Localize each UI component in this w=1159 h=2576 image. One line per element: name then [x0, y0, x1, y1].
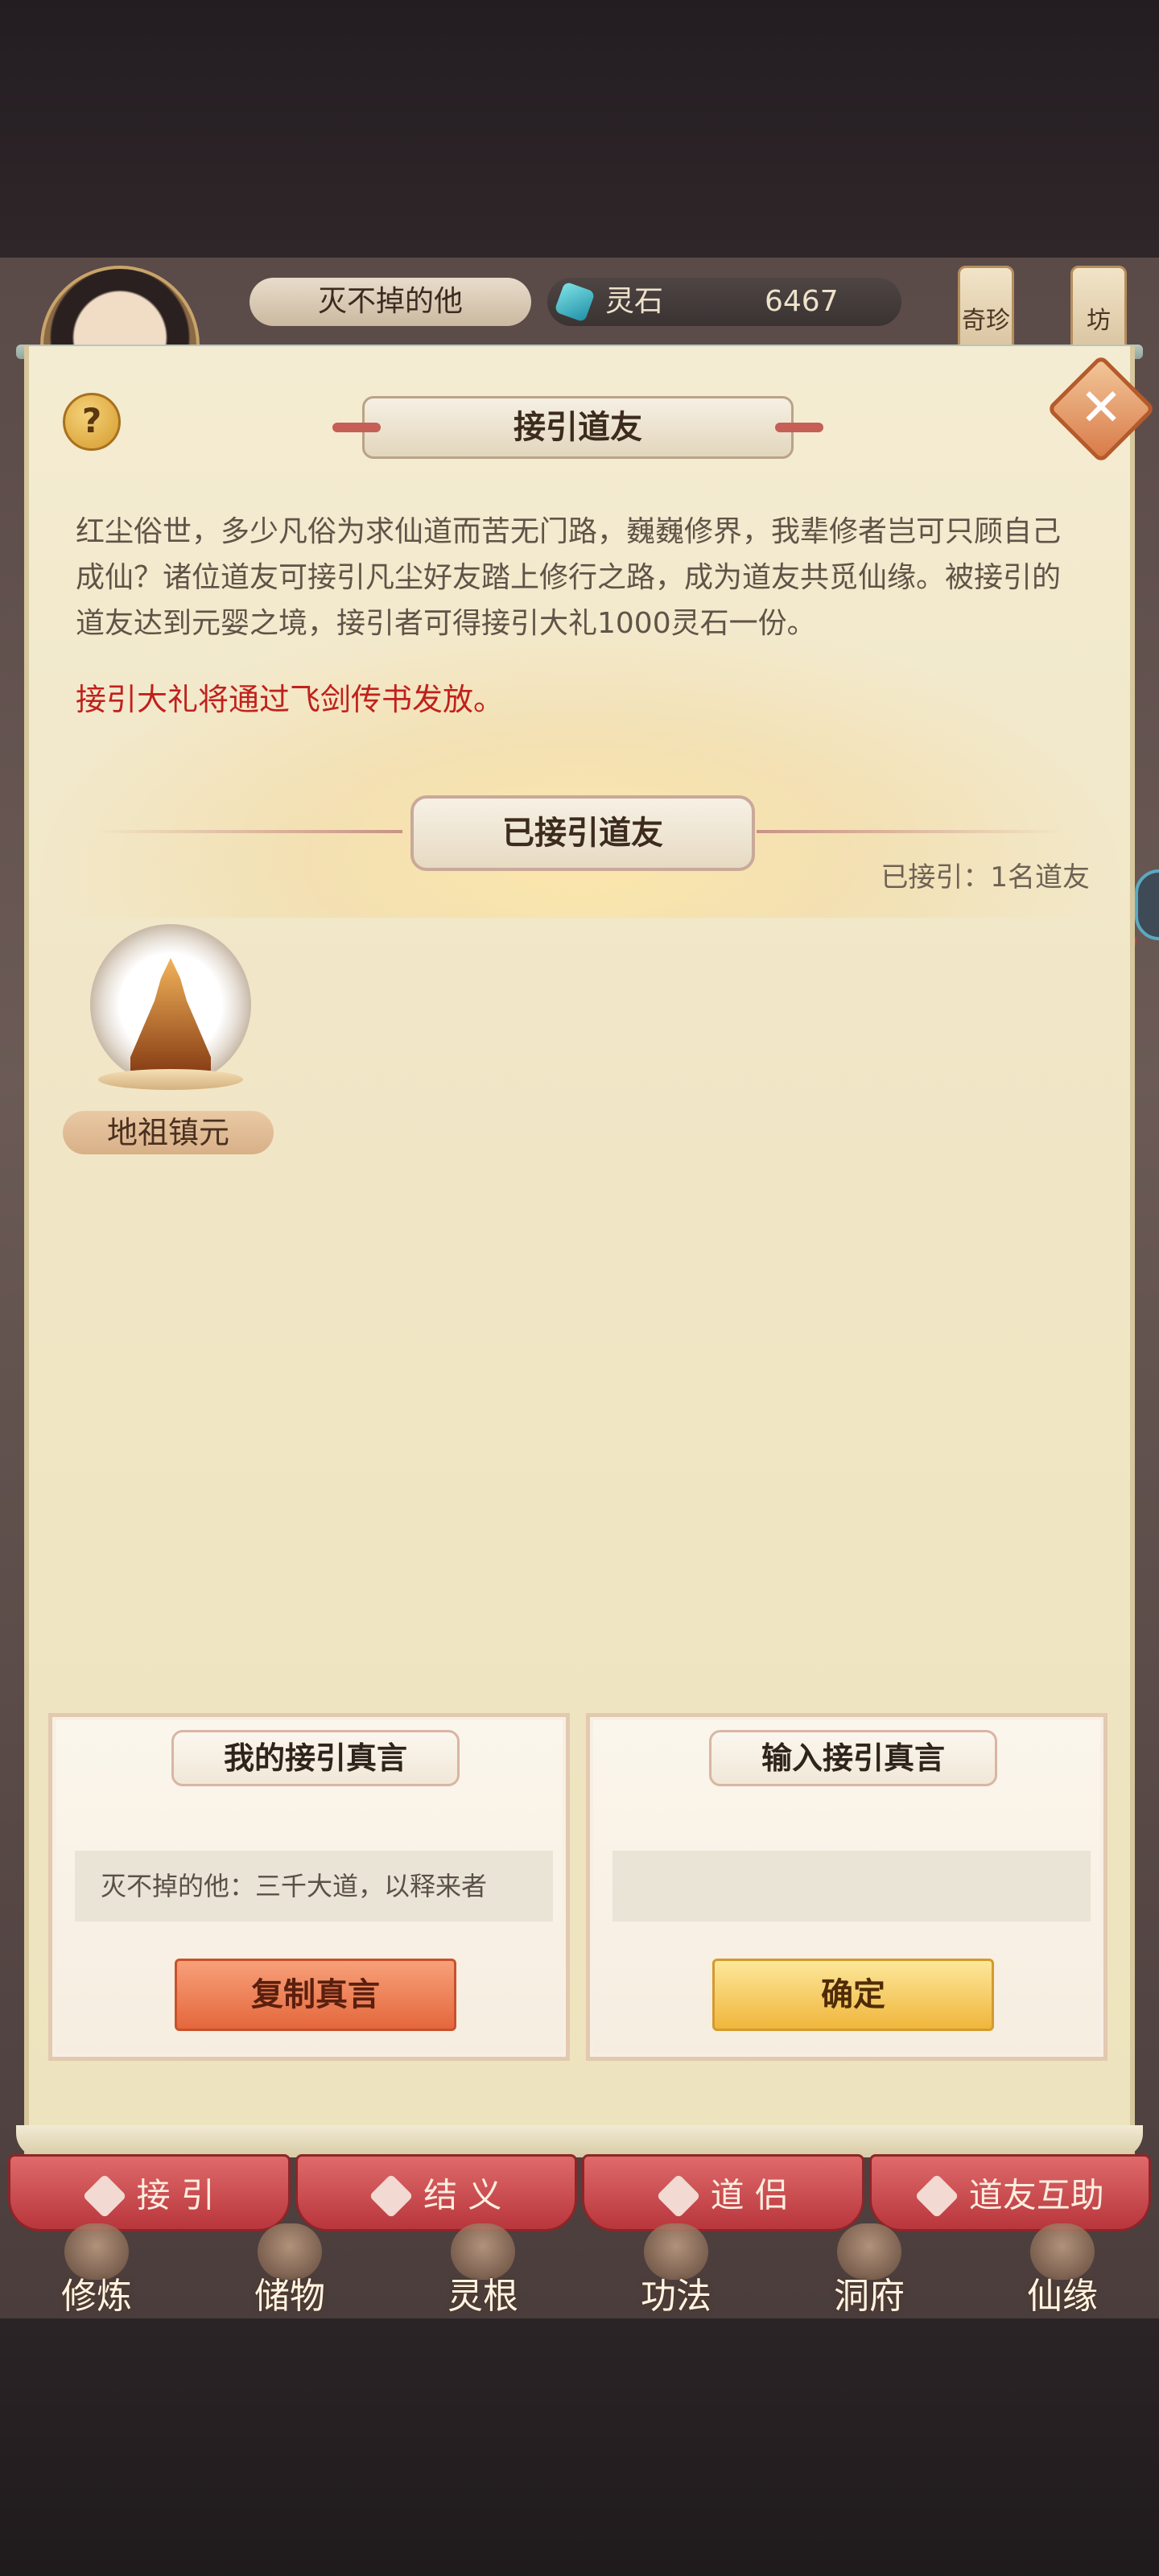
currency-label: 灵石 [605, 285, 664, 318]
tab-sworn-brothers[interactable]: 结 义 [295, 2154, 577, 2231]
menu-techniques[interactable]: 功法 [596, 2223, 757, 2320]
friend-name: 地祖镇元 [63, 1111, 274, 1154]
top-dark-bar [0, 0, 1159, 258]
my-code-text: 灭不掉的他：三千大道，以释来者 [75, 1851, 553, 1922]
player-name: 灭不掉的他 [250, 278, 531, 326]
menu-spirit-root[interactable]: 灵根 [402, 2223, 563, 2320]
spirit-stone-icon [554, 281, 596, 323]
tab-invite[interactable]: 接 引 [8, 2154, 291, 2231]
handshake-icon [369, 2173, 414, 2219]
menu-cultivate[interactable]: 修炼 [16, 2223, 177, 2320]
description-text: 红尘俗世，多少凡俗为求仙道而苦无门路，巍巍修界，我辈修者岂可只顾自己成仙？诸位道… [76, 515, 1062, 640]
confirm-button[interactable]: 确定 [712, 1959, 994, 2031]
currency-value: 6467 [765, 285, 839, 318]
tab-companion[interactable]: 道 侣 [582, 2154, 864, 2231]
copy-code-button[interactable]: 复制真言 [175, 1959, 456, 2031]
help-button[interactable]: ? [63, 393, 121, 451]
main-menu-bar: 修炼 储物 灵根 功法 洞府 仙缘 [0, 2223, 1159, 2320]
invited-friends-heading: 已接引道友 [410, 795, 755, 871]
lotus-base [98, 1069, 243, 1090]
section-divider-right [757, 830, 1062, 833]
currency-display: 灵石 6467 [547, 278, 901, 326]
modal-title: 接引道友 [332, 396, 823, 459]
scroll-bottom-rod [16, 2125, 1143, 2157]
side-panel-handle[interactable] [1135, 869, 1159, 940]
bottom-dark-bar [0, 2318, 1159, 2576]
close-icon: ✕ [1079, 378, 1123, 438]
tab-mutual-help[interactable]: 道友互助 [868, 2154, 1151, 2231]
friend-card[interactable]: 地祖镇元 [63, 924, 274, 1158]
menu-cave[interactable]: 洞府 [789, 2223, 950, 2320]
menu-fate[interactable]: 仙缘 [982, 2223, 1143, 2320]
code-input[interactable] [612, 1851, 1091, 1922]
section-divider-left [97, 830, 402, 833]
footprint-icon [655, 2173, 701, 2219]
modal-tab-bar: 接 引 结 义 道 侣 道友互助 [8, 2154, 1151, 2231]
notice-text: 接引大礼将通过飞剑传书发放。 [76, 682, 505, 717]
my-code-card: 我的接引真言 灭不掉的他：三千大道，以释来者 复制真言 [48, 1713, 570, 2061]
my-code-title: 我的接引真言 [171, 1730, 460, 1786]
input-code-card: 输入接引真言 确定 [586, 1713, 1107, 2061]
gift-icon [914, 2173, 959, 2219]
invited-count: 已接引：1名道友 [881, 861, 1090, 894]
input-code-title: 输入接引真言 [709, 1730, 997, 1786]
menu-storage[interactable]: 储物 [209, 2223, 370, 2320]
person-icon [81, 2173, 127, 2219]
